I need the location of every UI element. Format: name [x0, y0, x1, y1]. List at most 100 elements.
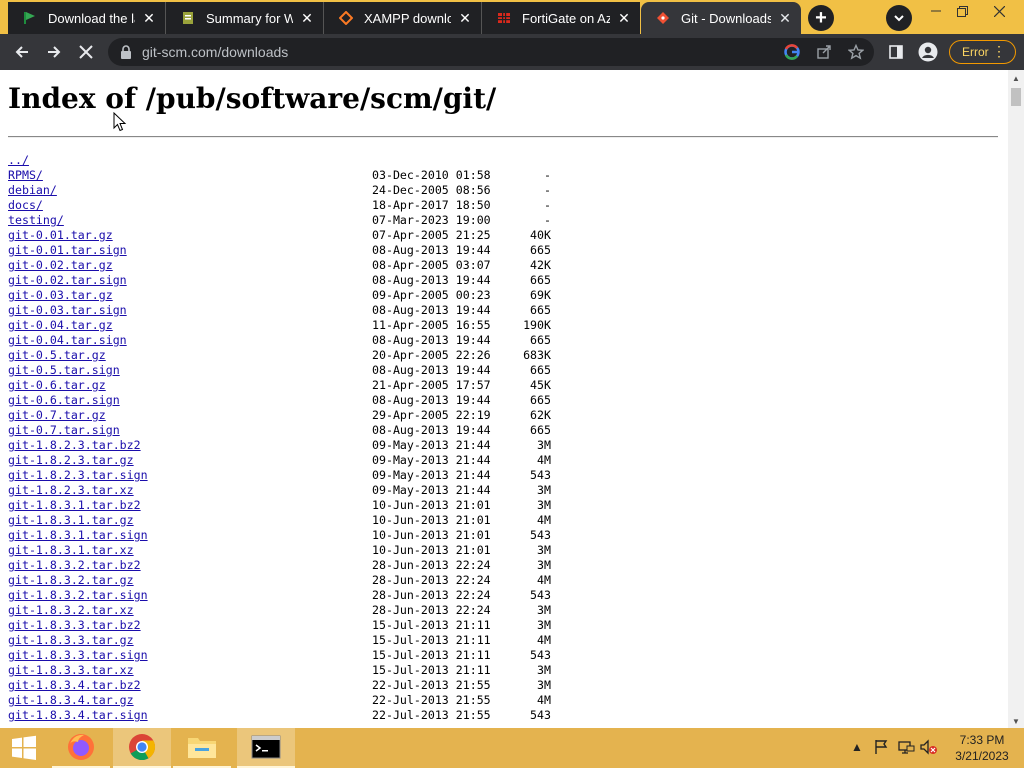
- taskbar-command-prompt[interactable]: [237, 728, 295, 768]
- system-clock[interactable]: 7:33 PM 3/21/2023: [947, 732, 1017, 764]
- scrollbar-thumb[interactable]: [1011, 88, 1021, 106]
- tab-3[interactable]: FortiGate on Azu ✕: [482, 2, 640, 34]
- file-link[interactable]: RPMS/: [8, 168, 43, 183]
- file-size: 3M: [537, 483, 551, 497]
- flag-icon[interactable]: [873, 739, 889, 758]
- file-link[interactable]: git-1.8.3.4.tar.sign: [8, 708, 148, 723]
- file-link[interactable]: debian/: [8, 183, 57, 198]
- taskbar-chrome[interactable]: [113, 728, 171, 768]
- file-date: 08-Aug-2013 19:44: [372, 303, 491, 317]
- fortinet-icon: [496, 10, 512, 26]
- file-link[interactable]: git-1.8.2.3.tar.sign: [8, 468, 148, 483]
- tab-0[interactable]: Download the lat ✕: [8, 2, 166, 34]
- file-date: 03-Dec-2010 01:58: [372, 168, 491, 182]
- close-window-button[interactable]: [984, 0, 1014, 22]
- file-link[interactable]: git-1.8.2.3.tar.gz: [8, 453, 134, 468]
- file-link[interactable]: git-1.8.3.1.tar.xz: [8, 543, 134, 558]
- file-link[interactable]: git-0.01.tar.sign: [8, 243, 127, 258]
- restore-button[interactable]: [947, 0, 977, 22]
- tab-git-downloads[interactable]: Git - Downloads ✕: [641, 2, 801, 34]
- file-link[interactable]: git-0.02.tar.gz: [8, 258, 113, 273]
- taskbar-firefox[interactable]: [52, 728, 110, 768]
- file-link[interactable]: git-1.8.2.3.tar.xz: [8, 483, 134, 498]
- close-icon[interactable]: ✕: [777, 10, 793, 26]
- file-date: 08-Aug-2013 19:44: [372, 393, 491, 407]
- more-menu-icon[interactable]: ⋮: [992, 44, 1006, 58]
- file-link[interactable]: git-0.6.tar.gz: [8, 378, 106, 393]
- divider: [8, 136, 998, 138]
- file-link[interactable]: git-1.8.2.3.tar.bz2: [8, 438, 141, 453]
- share-icon[interactable]: [814, 42, 834, 62]
- scroll-down-arrow-icon[interactable]: ▼: [1012, 717, 1020, 726]
- page-scrollbar[interactable]: ▲ ▼: [1008, 70, 1024, 728]
- show-hidden-icons-chevron-icon[interactable]: ▲: [851, 740, 863, 754]
- firefox-icon: [68, 734, 94, 760]
- file-link[interactable]: git-1.8.3.3.tar.xz: [8, 663, 134, 678]
- file-link[interactable]: git-0.02.tar.sign: [8, 273, 127, 288]
- file-link[interactable]: git-1.8.3.3.tar.bz2: [8, 618, 141, 633]
- file-link[interactable]: git-0.6.tar.sign: [8, 393, 120, 408]
- tab-1[interactable]: Summary for Win ✕: [166, 2, 324, 34]
- tab-title: Summary for Win: [206, 10, 293, 26]
- close-icon[interactable]: ✕: [141, 10, 157, 26]
- file-link[interactable]: git-1.8.3.3.tar.sign: [8, 648, 148, 663]
- profile-avatar-icon[interactable]: [916, 40, 940, 64]
- error-button[interactable]: Error ⋮: [949, 40, 1016, 64]
- file-date: 18-Apr-2017 18:50: [372, 198, 491, 212]
- back-button[interactable]: [8, 38, 36, 66]
- forward-button[interactable]: [40, 38, 68, 66]
- file-date: 15-Jul-2013 21:11: [372, 648, 491, 662]
- file-link[interactable]: git-1.8.3.2.tar.xz: [8, 603, 134, 618]
- scroll-up-arrow-icon[interactable]: ▲: [1012, 74, 1020, 83]
- file-size: 3M: [537, 438, 551, 452]
- close-icon[interactable]: ✕: [299, 10, 315, 26]
- file-link[interactable]: git-1.8.3.1.tar.gz: [8, 513, 134, 528]
- file-link[interactable]: git-1.8.3.2.tar.sign: [8, 588, 148, 603]
- file-size: 665: [530, 333, 551, 347]
- tab-title: Download the lat: [48, 10, 135, 26]
- file-link[interactable]: git-0.03.tar.gz: [8, 288, 113, 303]
- file-link[interactable]: git-0.5.tar.gz: [8, 348, 106, 363]
- close-icon[interactable]: ✕: [457, 10, 473, 26]
- file-link[interactable]: ../: [8, 153, 29, 168]
- file-link[interactable]: git-1.8.3.2.tar.bz2: [8, 558, 141, 573]
- tab-title: Git - Downloads: [681, 10, 771, 26]
- file-link[interactable]: git-0.7.tar.gz: [8, 408, 106, 423]
- file-link[interactable]: git-1.8.3.4.tar.gz: [8, 693, 134, 708]
- file-date: 11-Apr-2005 16:55: [372, 318, 491, 332]
- taskbar-file-explorer[interactable]: [173, 728, 231, 768]
- file-link[interactable]: git-0.04.tar.gz: [8, 318, 113, 333]
- file-size: 665: [530, 243, 551, 257]
- lock-icon[interactable]: [118, 44, 134, 60]
- file-link[interactable]: git-1.8.3.4.tar.bz2: [8, 678, 141, 693]
- file-link[interactable]: git-0.04.tar.sign: [8, 333, 127, 348]
- file-link[interactable]: docs/: [8, 198, 43, 213]
- file-link[interactable]: git-1.8.3.1.tar.sign: [8, 528, 148, 543]
- file-link[interactable]: git-0.5.tar.sign: [8, 363, 120, 378]
- file-link[interactable]: git-0.03.tar.sign: [8, 303, 127, 318]
- file-link[interactable]: git-1.8.3.3.tar.gz: [8, 633, 134, 648]
- tab-title: XAMPP downloac: [364, 10, 451, 26]
- file-link[interactable]: git-1.8.3.1.tar.bz2: [8, 498, 141, 513]
- start-button[interactable]: [0, 728, 48, 768]
- side-panel-icon[interactable]: [884, 40, 908, 64]
- chevron-down-icon: [894, 15, 904, 22]
- file-date: 28-Jun-2013 22:24: [372, 603, 491, 617]
- file-date: 15-Jul-2013 21:11: [372, 633, 491, 647]
- stop-button[interactable]: [72, 38, 100, 66]
- file-link[interactable]: git-0.01.tar.gz: [8, 228, 113, 243]
- address-bar[interactable]: git-scm.com/downloads: [108, 38, 874, 66]
- file-link[interactable]: git-1.8.3.2.tar.gz: [8, 573, 134, 588]
- volume-muted-icon[interactable]: [920, 739, 938, 758]
- close-icon[interactable]: ✕: [616, 10, 632, 26]
- network-icon[interactable]: [897, 739, 915, 758]
- url-text[interactable]: git-scm.com/downloads: [142, 44, 288, 60]
- file-link[interactable]: git-0.7.tar.sign: [8, 423, 120, 438]
- google-icon[interactable]: [782, 42, 802, 62]
- new-tab-button[interactable]: +: [808, 5, 834, 31]
- file-link[interactable]: testing/: [8, 213, 64, 228]
- bookmark-star-icon[interactable]: [846, 42, 866, 62]
- tab-search-button[interactable]: [886, 5, 912, 31]
- file-size: 683K: [523, 348, 551, 362]
- tab-2[interactable]: XAMPP downloac ✕: [324, 2, 482, 34]
